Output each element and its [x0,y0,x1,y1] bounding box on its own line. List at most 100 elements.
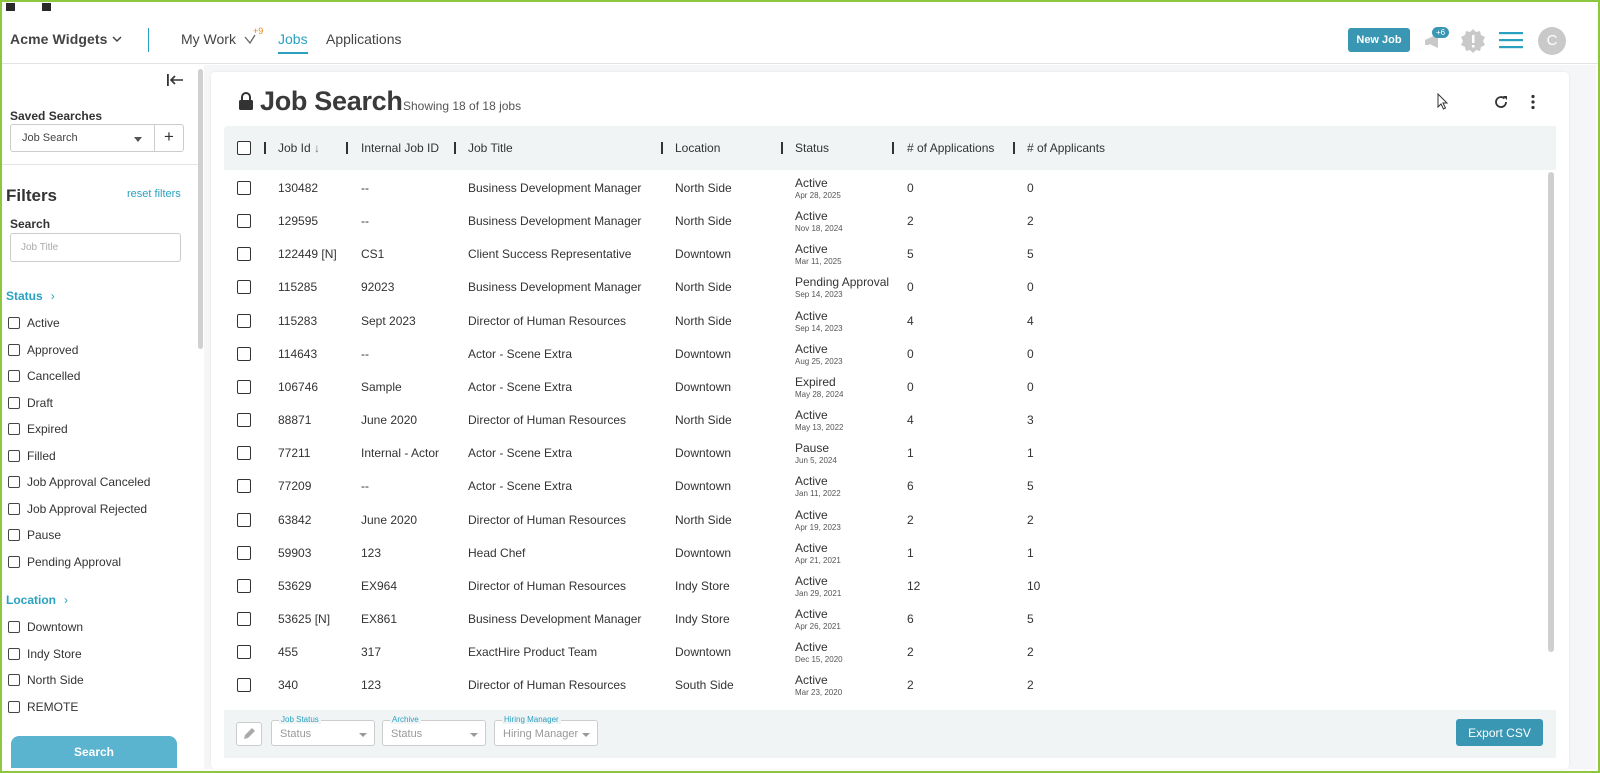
collapse-sidebar-icon[interactable] [166,73,184,87]
job-title-cell[interactable]: Director of Human Resources [468,314,626,328]
row-checkbox[interactable] [237,512,251,527]
checkbox[interactable] [8,396,20,409]
table-scrollbar[interactable] [1548,172,1554,652]
column-header-status[interactable]: Status [795,141,829,155]
status-filter-option[interactable]: Active [8,315,60,331]
job-title-cell[interactable]: Director of Human Resources [468,413,626,427]
table-row[interactable]: 77209 -- Actor - Scene Extra Downtown 6 5 Acti… [224,470,1550,503]
job-title-cell[interactable]: Head Chef [468,546,525,560]
column-header-internal-id[interactable]: Internal Job ID [361,141,439,155]
chevron-down-icon[interactable] [112,34,122,44]
table-row[interactable]: 340 123 Director of Human Resources South S… [224,669,1550,702]
job-title-cell[interactable]: Business Development Manager [468,280,641,294]
status-filter-option[interactable]: Job Approval Canceled [8,474,150,490]
status-filter-option[interactable]: Pause [8,527,61,543]
column-header-location[interactable]: Location [675,141,720,155]
location-filter-option[interactable]: Indy Store [8,646,82,662]
row-checkbox[interactable] [237,280,251,295]
checkbox[interactable] [8,700,20,713]
job-title-cell[interactable]: Director of Human Resources [468,678,626,692]
row-checkbox[interactable] [237,545,251,560]
export-csv-button[interactable]: Export CSV [1456,719,1543,746]
table-row[interactable]: 77211 Internal - Actor Actor - Scene Extra… [224,437,1550,470]
nav-applications[interactable]: Applications [326,31,402,47]
column-header-job-id[interactable]: Job Id ↓ [278,141,320,155]
checkbox[interactable] [8,423,20,435]
row-checkbox[interactable] [237,446,251,461]
job-title-cell[interactable]: Business Development Manager [468,214,641,228]
row-checkbox[interactable] [237,214,251,229]
row-checkbox[interactable] [237,247,251,262]
table-row[interactable]: 114643 -- Actor - Scene Extra Downtown 0 0 Act… [224,338,1550,371]
company-switcher[interactable]: Acme Widgets [10,31,108,47]
row-checkbox[interactable] [237,611,251,626]
table-row[interactable]: 130482 -- Business Development Manager Nort… [224,172,1550,205]
bulk-edit-button[interactable] [236,722,262,746]
checkbox[interactable] [8,529,20,541]
job-status-select[interactable]: Job Status Status [271,715,375,746]
job-title-cell[interactable]: ExactHire Product Team [468,645,597,659]
job-title-cell[interactable]: Actor - Scene Extra [468,380,572,394]
status-filter-option[interactable]: Job Approval Rejected [8,501,147,517]
column-header-applicants[interactable]: # of Applicants [1027,141,1105,155]
row-checkbox[interactable] [237,645,251,660]
hamburger-menu-icon[interactable] [1499,30,1523,50]
checkbox[interactable] [8,647,20,660]
table-row[interactable]: 53629 EX964 Director of Human Resources Ind… [224,570,1550,603]
job-title-cell[interactable]: Actor - Scene Extra [468,347,572,361]
checkbox[interactable] [8,370,20,382]
search-button[interactable]: Search [11,736,177,768]
job-title-cell[interactable]: Business Development Manager [468,181,641,195]
hiring-manager-select[interactable]: Hiring Manager Hiring Manager [494,715,598,746]
checkbox[interactable] [8,674,20,686]
location-filter-toggle[interactable]: Location › [6,593,68,607]
refresh-icon[interactable] [1493,94,1509,110]
status-filter-option[interactable]: Draft [8,395,53,411]
table-row[interactable]: 115285 92023 Business Development Manager N… [224,271,1550,304]
job-title-cell[interactable]: Actor - Scene Extra [468,446,572,460]
status-filter-option[interactable]: Approved [8,342,78,358]
nav-jobs[interactable]: Jobs [278,31,308,47]
checkbox[interactable] [8,621,20,633]
status-filter-option[interactable]: Pending Approval [8,554,121,570]
alert-badge-icon[interactable] [1460,28,1486,54]
table-row[interactable]: 59903 123 Head Chef Downtown 1 1 Active Apr 21,… [224,537,1550,570]
row-checkbox[interactable] [237,578,251,593]
table-row[interactable]: 115283 Sept 2023 Director of Human Resourc… [224,305,1550,338]
table-row[interactable]: 88871 June 2020 Director of Human Resource… [224,404,1550,437]
table-row[interactable]: 106746 Sample Actor - Scene Extra Downtown 0… [224,371,1550,404]
checkbox[interactable] [8,476,20,488]
status-filter-option[interactable]: Cancelled [8,368,80,384]
job-title-cell[interactable]: Business Development Manager [468,612,641,626]
checkbox[interactable] [8,449,20,462]
location-filter-option[interactable]: Downtown [8,619,83,635]
checkbox[interactable] [8,343,20,356]
table-row[interactable]: 129595 -- Business Development Manager Nort… [224,205,1550,238]
select-all-checkbox[interactable] [237,141,251,155]
row-checkbox[interactable] [237,413,251,428]
job-title-cell[interactable]: Director of Human Resources [468,579,626,593]
user-avatar[interactable]: C [1538,27,1566,55]
status-filter-option[interactable]: Filled [8,448,56,464]
job-title-cell[interactable]: Actor - Scene Extra [468,479,572,493]
row-checkbox[interactable] [237,379,251,394]
new-job-button[interactable]: New Job [1348,28,1410,52]
table-row[interactable]: 53625 [N] EX861 Business Development Manag… [224,603,1550,636]
saved-search-select[interactable]: Job Search [10,124,155,152]
checkbox[interactable] [8,317,20,329]
location-filter-option[interactable]: REMOTE [8,699,78,715]
status-filter-option[interactable]: Expired [8,421,68,437]
table-row[interactable]: 455 317 ExactHire Product Team Downtown 2 2 Ac… [224,636,1550,669]
more-options-icon[interactable] [1529,94,1537,110]
table-row[interactable]: 63842 June 2020 Director of Human Resource… [224,504,1550,537]
location-filter-option[interactable]: North Side [8,672,84,688]
column-header-job-title[interactable]: Job Title [468,141,513,155]
column-header-applications[interactable]: # of Applications [907,141,994,155]
add-saved-search-button[interactable]: + [154,124,184,152]
row-checkbox[interactable] [237,346,251,361]
job-title-search-input[interactable] [10,233,181,262]
archive-select[interactable]: Archive Status [382,715,486,746]
job-title-cell[interactable]: Client Success Representative [468,247,631,261]
row-checkbox[interactable] [237,678,251,693]
nav-my-work[interactable]: My Work [181,31,236,47]
